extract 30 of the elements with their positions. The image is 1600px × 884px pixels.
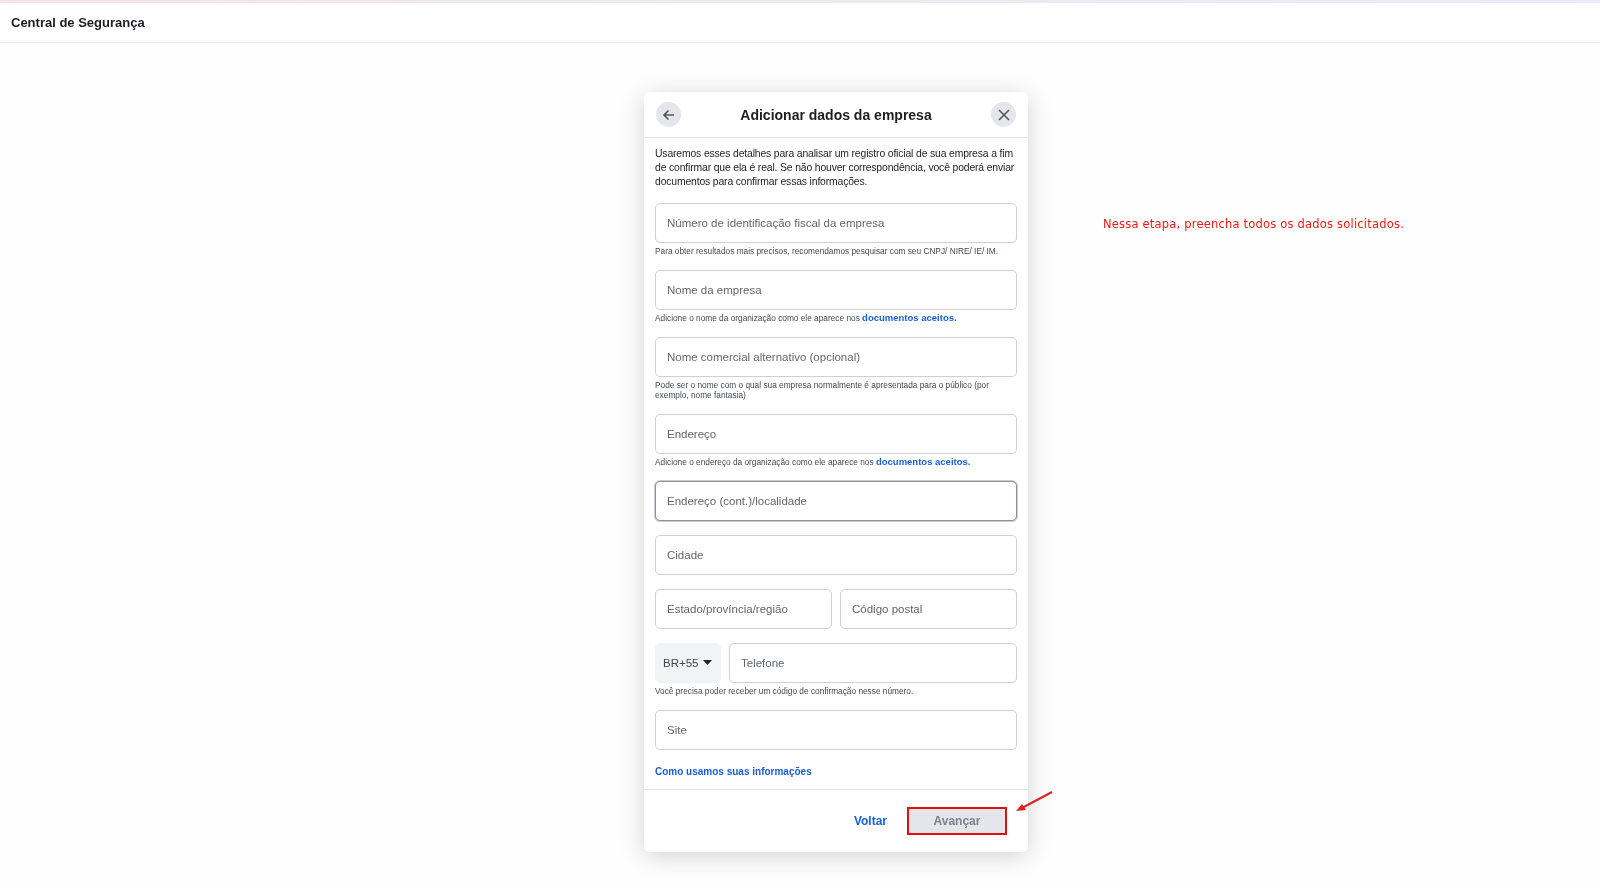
caret-icon xyxy=(703,660,713,666)
field-hint: Adicione o nome da organização como ele aparece nos documentos aceitos. xyxy=(655,313,958,323)
input-field[interactable]: Número de identificação fiscal da empresa xyxy=(655,203,1017,243)
input-field[interactable]: Site xyxy=(655,710,1017,750)
field-hint: Para obter resultados mais precisos, recomendamos pesquisar com seu CNPJ/ NIRE/ IE/ IM. xyxy=(655,246,1000,256)
page-title: Central de Segurança xyxy=(11,15,145,30)
accepted-documents-link[interactable]: documentos aceitos. xyxy=(875,456,971,467)
input-field[interactable]: Nome da empresa xyxy=(655,270,1017,310)
field-hint: Pode ser o nome com o qual sua empresa normalmente é apresentada para o público (por exemplo, nome fantasia) xyxy=(655,380,990,400)
phone-field[interactable]: Telefone xyxy=(729,643,1017,683)
accepted-documents-link[interactable]: documentos aceitos. xyxy=(862,312,957,323)
intro-text: Usaremos esses detalhes para analisar um registro oficial de sua empresa a fim de confirmar que ela é real. Se não houver correspondência, você poderá enviar documentos para confirmar essas informações. xyxy=(655,147,1016,189)
field-hint: Você precisa poder receber um código de confirmação nesse número. xyxy=(655,686,915,696)
input-field[interactable]: Endereço xyxy=(655,414,1017,454)
dialog-title: Adicionar dados da empresa xyxy=(740,106,932,123)
back-button[interactable] xyxy=(656,102,681,127)
back-link-button[interactable]: Voltar xyxy=(853,814,887,828)
input-field[interactable]: Endereço (cont.)/localidade xyxy=(655,481,1017,521)
info-link[interactable]: Como usamos suas informações xyxy=(655,766,812,777)
annotation-text: Nessa etapa, preencha todos os dados solicitados. xyxy=(1103,217,1404,231)
back-arrow-icon xyxy=(661,107,676,122)
input-field[interactable]: Código postal xyxy=(840,589,1017,629)
field-hint: Adicione o endereço da organização como ele aparece nos documentos aceitos. xyxy=(655,457,972,467)
input-field[interactable]: Nome comercial alternativo (opcional) xyxy=(655,337,1017,377)
annotation-arrow xyxy=(1014,790,1054,814)
input-field[interactable]: Cidade xyxy=(655,535,1017,575)
close-button[interactable] xyxy=(991,102,1016,127)
country-code-dropdown[interactable]: BR+55 xyxy=(655,643,721,683)
close-icon xyxy=(996,107,1011,122)
input-field[interactable]: Estado/província/região xyxy=(655,589,832,629)
